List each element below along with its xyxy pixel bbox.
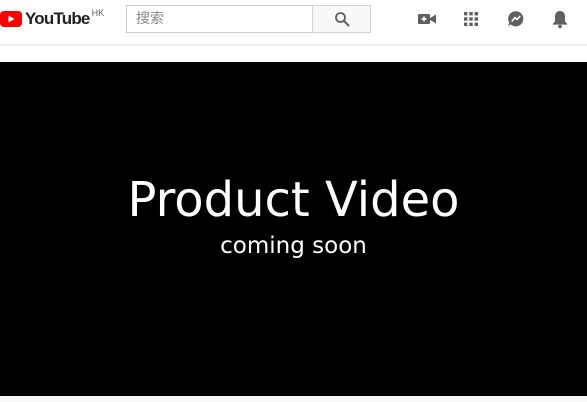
- masthead: YouTube HK: [0, 0, 587, 44]
- notifications-button[interactable]: [548, 7, 572, 31]
- bell-icon: [553, 11, 567, 29]
- search-button[interactable]: [312, 5, 371, 33]
- youtube-logo[interactable]: YouTube HK: [0, 8, 105, 29]
- page-bottom-strip: [0, 396, 587, 402]
- search-icon: [334, 12, 349, 27]
- logo-region-code: HK: [91, 8, 105, 18]
- video-player[interactable]: Product Video coming soon: [0, 62, 587, 396]
- video-title-overlay: Product Video: [127, 172, 460, 228]
- video-subtitle-overlay: coming soon: [220, 233, 367, 259]
- youtube-page: YouTube HK 搜索 Product Video coming soon: [0, 0, 587, 402]
- youtube-play-icon: [0, 11, 22, 27]
- search-bar: [126, 5, 371, 33]
- messages-button[interactable]: [504, 7, 528, 31]
- search-input[interactable]: [126, 5, 312, 33]
- apps-button[interactable]: [459, 7, 483, 31]
- video-camera-icon: [418, 14, 436, 24]
- chat-icon: [508, 11, 524, 27]
- logo-wordmark: YouTube: [25, 9, 90, 28]
- masthead-divider: [0, 44, 587, 46]
- apps-grid-icon: [464, 12, 478, 26]
- create-video-button[interactable]: [415, 7, 439, 31]
